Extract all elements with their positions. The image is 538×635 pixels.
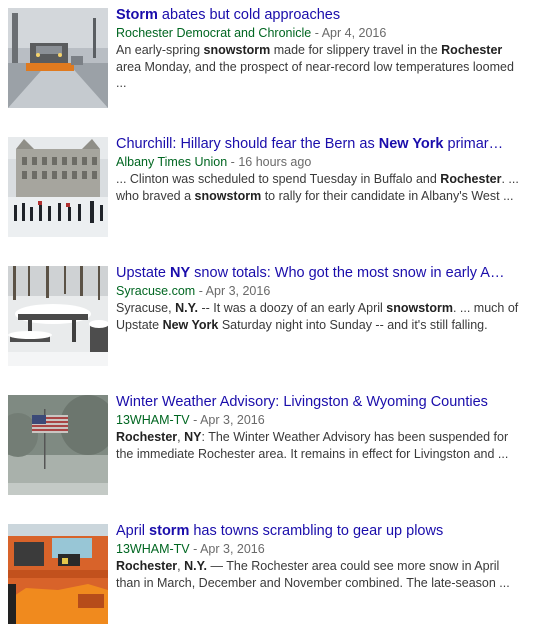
news-result-3: Upstate NY snow totals: Who got the most… bbox=[0, 264, 538, 376]
meta-separator: - bbox=[198, 284, 203, 298]
news-date: Apr 4, 2016 bbox=[321, 26, 387, 40]
highlighted-term: Rochester bbox=[441, 43, 503, 57]
news-result-title[interactable]: Winter Weather Advisory: Livingston & Wy… bbox=[116, 393, 526, 412]
news-result-title[interactable]: April storm has towns scrambling to gear… bbox=[116, 522, 526, 541]
news-source: Syracuse.com bbox=[116, 284, 196, 298]
highlighted-term: Rochester bbox=[116, 559, 178, 573]
orange-plow-truck-thumbnail[interactable] bbox=[8, 524, 108, 624]
news-source: 13WHAM-TV bbox=[116, 413, 190, 427]
highlighted-term: NY bbox=[170, 265, 191, 281]
text-run: area Monday, and the prospect of near-re… bbox=[116, 59, 514, 91]
news-snippet: Syracuse, N.Y. -- It was a doozy of an e… bbox=[116, 300, 526, 333]
text-run: Saturday night into Sunday -- and it's s… bbox=[218, 317, 488, 332]
text-run: snow totals: Who got the most snow in ea… bbox=[190, 265, 505, 281]
news-result-text: Churchill: Hillary should fear the Bern … bbox=[116, 135, 526, 204]
snowy-picnic-table-thumbnail[interactable] bbox=[8, 266, 108, 366]
news-result-title[interactable]: Storm abates but cold approaches bbox=[116, 6, 526, 25]
capitol-rally-thumbnail[interactable] bbox=[8, 137, 108, 237]
news-result-title[interactable]: Churchill: Hillary should fear the Bern … bbox=[116, 135, 526, 154]
highlighted-term: storm bbox=[149, 523, 190, 539]
news-result-meta: 13WHAM-TV - Apr 3, 2016 bbox=[116, 412, 526, 429]
news-date: Apr 3, 2016 bbox=[205, 284, 271, 298]
meta-separator: - bbox=[193, 413, 198, 427]
news-result-meta: 13WHAM-TV - Apr 3, 2016 bbox=[116, 541, 526, 558]
text-run: An early-spring bbox=[116, 43, 204, 57]
highlighted-term: Rochester bbox=[116, 430, 178, 444]
news-snippet: ... Clinton was scheduled to spend Tuesd… bbox=[116, 171, 526, 204]
highlighted-term: snowstorm bbox=[194, 188, 262, 203]
news-snippet: An early-spring snowstorm made for slipp… bbox=[116, 42, 526, 92]
news-date: Apr 3, 2016 bbox=[200, 542, 265, 556]
news-result-2: Churchill: Hillary should fear the Bern … bbox=[0, 135, 538, 247]
news-result-5: April storm has towns scrambling to gear… bbox=[0, 522, 538, 634]
highlighted-term: Rochester bbox=[440, 172, 502, 186]
highlighted-term: N.Y. bbox=[175, 301, 198, 315]
meta-separator: - bbox=[193, 542, 198, 556]
news-snippet: Rochester, N.Y. — The Rochester area cou… bbox=[116, 558, 526, 591]
news-source: Albany Times Union bbox=[116, 155, 228, 169]
text-run: to rally for their candidate in Albany's… bbox=[261, 188, 514, 203]
highlighted-term: snowstorm bbox=[386, 301, 453, 315]
meta-separator: - bbox=[230, 155, 235, 169]
news-date: Apr 3, 2016 bbox=[200, 413, 265, 427]
news-result-text: Upstate NY snow totals: Who got the most… bbox=[116, 264, 526, 333]
text-run: April bbox=[116, 523, 150, 539]
text-run: has towns scrambling to gear up plows bbox=[189, 523, 444, 539]
text-run: primar… bbox=[443, 136, 504, 152]
text-run: Churchill: Hillary should fear the Bern … bbox=[116, 136, 379, 152]
flag-in-snow-thumbnail[interactable] bbox=[8, 395, 108, 495]
text-run: -- It was a doozy of an early April bbox=[198, 301, 387, 315]
news-snippet: Rochester, NY: The Winter Weather Adviso… bbox=[116, 429, 526, 462]
news-result-text: April storm has towns scrambling to gear… bbox=[116, 522, 526, 591]
news-source: Rochester Democrat and Chronicle bbox=[116, 26, 312, 40]
highlighted-term: New York bbox=[378, 136, 444, 152]
text-run: Upstate bbox=[116, 265, 170, 281]
snowplow-street-thumbnail[interactable] bbox=[8, 8, 108, 108]
text-run: Syracuse, bbox=[116, 301, 176, 315]
text-run: made for slippery travel in the bbox=[270, 43, 442, 57]
text-run: abates but cold approaches bbox=[157, 7, 341, 23]
meta-separator: - bbox=[314, 26, 319, 40]
news-result-title[interactable]: Upstate NY snow totals: Who got the most… bbox=[116, 264, 526, 283]
news-result-meta: Syracuse.com - Apr 3, 2016 bbox=[116, 283, 526, 300]
text-run: ... Clinton was scheduled to spend Tuesd… bbox=[116, 172, 441, 186]
news-result-1: Storm abates but cold approaches Rochest… bbox=[0, 6, 538, 118]
news-results-list: Storm abates but cold approaches Rochest… bbox=[0, 0, 538, 635]
highlighted-term: Storm bbox=[116, 7, 158, 23]
news-result-meta: Rochester Democrat and Chronicle - Apr 4… bbox=[116, 25, 526, 42]
news-result-meta: Albany Times Union - 16 hours ago bbox=[116, 154, 526, 171]
highlighted-term: N.Y. bbox=[184, 559, 208, 573]
highlighted-term: NY bbox=[184, 430, 202, 444]
highlighted-term: snowstorm bbox=[203, 43, 271, 57]
news-result-text: Winter Weather Advisory: Livingston & Wy… bbox=[116, 393, 526, 462]
news-date: 16 hours ago bbox=[238, 155, 312, 169]
news-result-4: Winter Weather Advisory: Livingston & Wy… bbox=[0, 393, 538, 505]
text-run: Winter Weather Advisory: Livingston & Wy… bbox=[116, 394, 488, 410]
news-source: 13WHAM-TV bbox=[116, 542, 190, 556]
highlighted-term: New York bbox=[162, 317, 219, 332]
news-result-text: Storm abates but cold approaches Rochest… bbox=[116, 6, 526, 92]
